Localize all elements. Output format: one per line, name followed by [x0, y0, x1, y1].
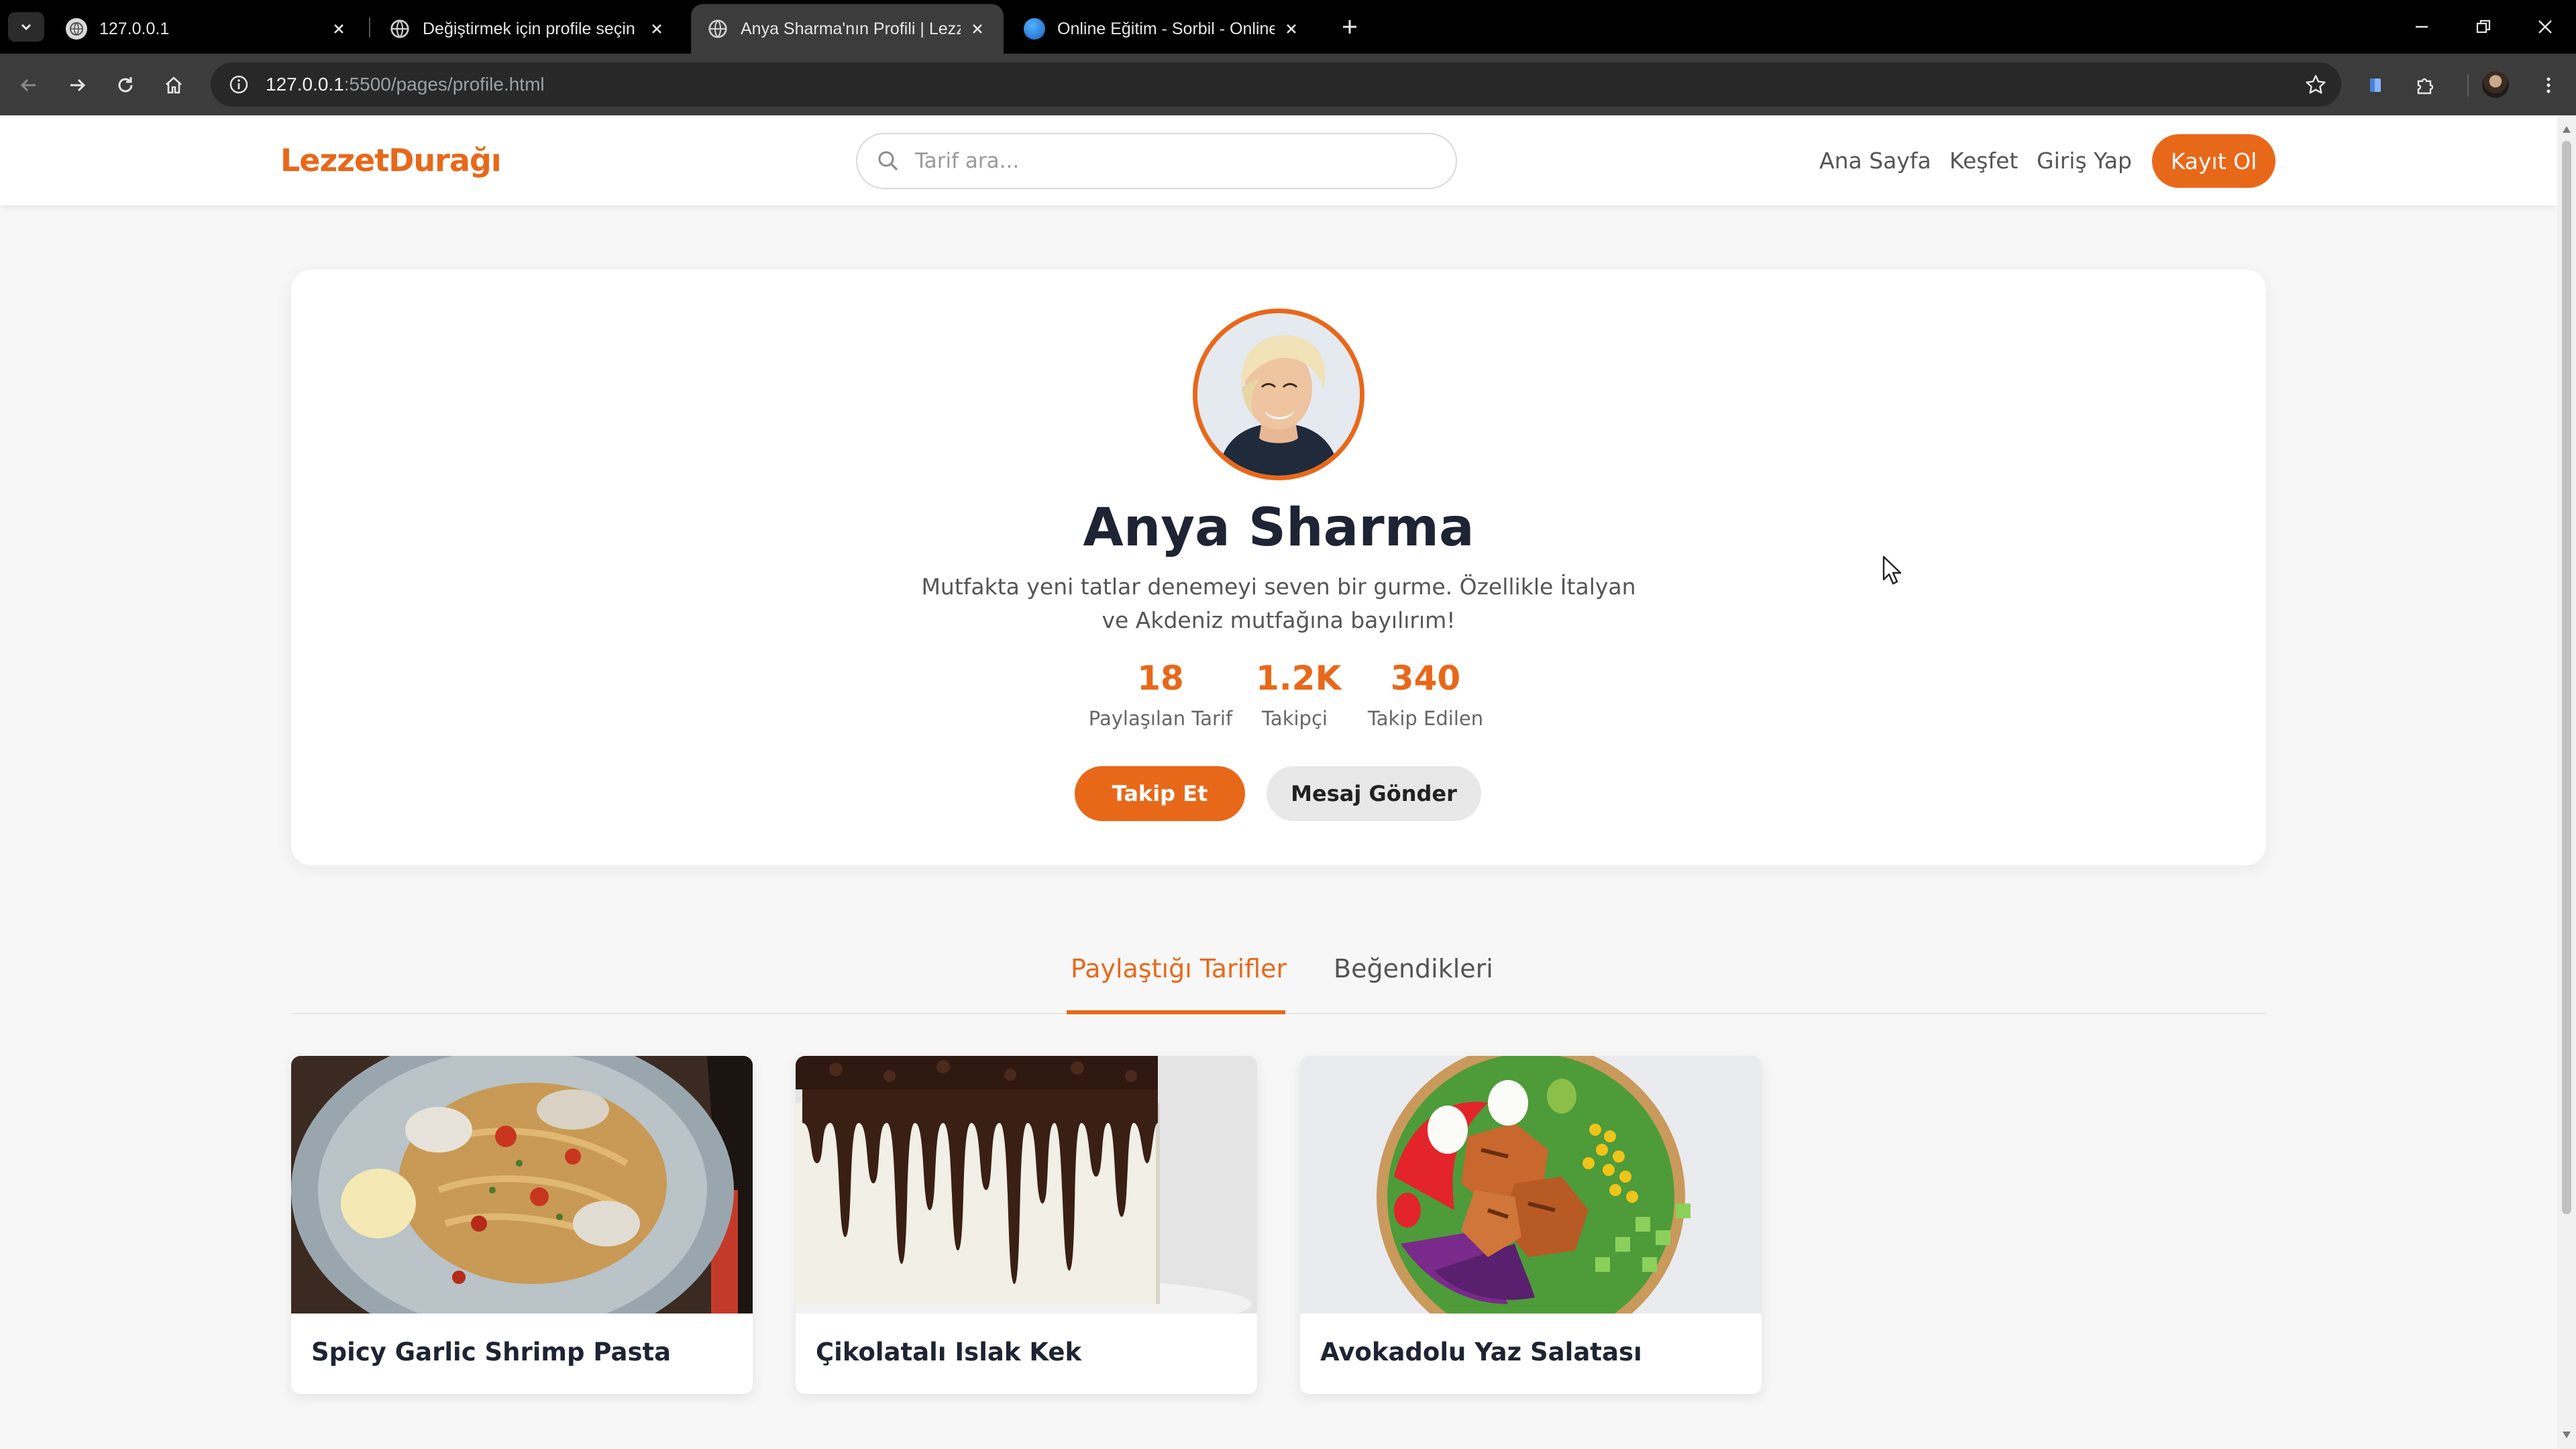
minimize-icon [2416, 25, 2428, 28]
browser-tab-4[interactable]: Online Eğitim - Sorbil - Online E [1008, 4, 1318, 54]
sorbil-favicon-icon [1024, 18, 1045, 40]
page-scrollbar[interactable] [2557, 115, 2576, 1449]
back-button[interactable] [13, 70, 44, 101]
tab-title: 127.0.0.1 [99, 19, 170, 38]
tab-title: Değiştirmek için profile seçin | L [423, 19, 640, 38]
close-window-button[interactable] [2514, 0, 2576, 54]
send-message-button[interactable]: Mesaj Gönder [1267, 766, 1481, 821]
mouse-cursor-icon [1882, 555, 1902, 585]
recipe-image-salad [1300, 1056, 1762, 1313]
search-input[interactable] [915, 149, 1425, 173]
recipe-image-pasta [291, 1056, 753, 1313]
stat-recipes: 18 Paylaşılan Tarif [1065, 659, 1256, 730]
extension-button[interactable] [2360, 70, 2391, 101]
address-bar[interactable]: 127.0.0.1:5500/pages/profile.html [211, 62, 2341, 107]
tab-divider [369, 17, 370, 38]
recipe-title: Avokadolu Yaz Salatası [1320, 1338, 1642, 1366]
url-path: :5500/pages/profile.html [343, 74, 545, 95]
nav-login-link[interactable]: Giriş Yap [2037, 148, 2132, 174]
browser-tab-3-active[interactable]: Anya Sharma'nın Profili | Lezzet [691, 4, 1004, 54]
puzzle-icon [2417, 78, 2434, 95]
site-logo[interactable]: LezzetDurağı [280, 142, 502, 178]
extension-page-icon [2370, 78, 2381, 92]
minimize-button[interactable] [2391, 0, 2453, 54]
globe-icon [389, 18, 411, 40]
stat-label: Takip Edilen [1367, 707, 1484, 730]
recipe-title: Spicy Garlic Shrimp Pasta [311, 1338, 672, 1366]
tab-title: Anya Sharma'nın Profili | Lezzet [741, 19, 961, 38]
home-button[interactable] [158, 70, 189, 101]
active-tab-indicator [1067, 1010, 1285, 1014]
reload-button[interactable] [110, 70, 141, 101]
globe-icon [707, 18, 729, 40]
close-icon[interactable] [647, 19, 667, 39]
close-icon[interactable] [329, 19, 349, 39]
browser-toolbar: 127.0.0.1:5500/pages/profile.html [0, 54, 2576, 115]
close-icon[interactable] [1281, 19, 1301, 39]
recipe-card[interactable]: Avokadolu Yaz Salatası [1300, 1056, 1762, 1394]
site-header: LezzetDurağı Ana Sayfa Keşfet Giriş Yap … [0, 115, 2557, 205]
stat-value: 18 [1137, 659, 1184, 698]
forward-button[interactable] [62, 70, 93, 101]
search-icon [875, 148, 902, 174]
page-viewport: LezzetDurağı Ana Sayfa Keşfet Giriş Yap … [0, 115, 2557, 1449]
recipe-title: Çikolatalı Islak Kek [816, 1338, 1082, 1366]
restore-button[interactable] [2453, 0, 2514, 54]
recipe-card[interactable]: Spicy Garlic Shrimp Pasta [291, 1056, 753, 1394]
follow-button[interactable]: Takip Et [1075, 766, 1245, 821]
nav-home-link[interactable]: Ana Sayfa [1819, 148, 1931, 174]
profile-card: Anya Sharma Mutfakta yeni tatlar denemey… [291, 270, 2266, 865]
recipe-card[interactable]: Çikolatalı Islak Kek [796, 1056, 1257, 1394]
plus-icon [1343, 20, 1356, 34]
browser-tab-1[interactable]: 127.0.0.1 [50, 4, 365, 54]
kebab-menu-icon [2546, 77, 2551, 93]
profile-avatar [1193, 309, 1364, 480]
new-tab-button[interactable] [1335, 12, 1364, 42]
stat-label: Paylaşılan Tarif [1088, 707, 1233, 730]
url-host: 127.0.0.1 [266, 74, 344, 95]
reload-icon [118, 77, 133, 93]
chevron-down-icon [21, 23, 32, 31]
site-info-icon[interactable] [225, 71, 252, 98]
browser-profile-avatar[interactable] [2482, 71, 2509, 98]
stat-value: 1.2K [1256, 659, 1342, 698]
nav-explore-link[interactable]: Keşfet [1949, 148, 2018, 174]
stat-followers[interactable]: 1.2K Takipçi [1256, 659, 1342, 730]
extensions-menu-button[interactable] [2410, 70, 2440, 101]
arrow-right-icon [70, 78, 86, 92]
tab-search-button[interactable] [8, 12, 44, 42]
tab-shared-recipes[interactable]: Paylaştığı Tarifler [1071, 954, 1287, 983]
browser-tab-2[interactable]: Değiştirmek için profile seçin | L [373, 4, 683, 54]
profile-bio: Mutfakta yeni tatlar denemeyi seven bir … [921, 574, 1636, 633]
profile-name: Anya Sharma [1083, 498, 1474, 558]
toolbar-divider [2467, 74, 2469, 97]
scrollbar-thumb[interactable] [2562, 141, 2571, 1214]
stat-following[interactable]: 340 Takip Edilen [1364, 659, 1487, 730]
browser-tab-bar: 127.0.0.1 Değiştirmek için profile seçin… [0, 0, 2576, 54]
bookmark-star-icon[interactable] [2302, 71, 2329, 98]
restore-icon [2476, 19, 2491, 34]
close-icon[interactable] [967, 19, 987, 39]
recipe-image-cake [796, 1056, 1257, 1313]
browser-menu-button[interactable] [2533, 70, 2564, 101]
tab-title: Online Eğitim - Sorbil - Online E [1057, 19, 1275, 38]
register-button[interactable]: Kayıt Ol [2152, 134, 2275, 188]
close-icon [2538, 20, 2552, 34]
scroll-down-arrow-icon[interactable] [2563, 1432, 2571, 1438]
stat-label: Takipçi [1262, 707, 1328, 730]
tab-liked[interactable]: Beğendikleri [1334, 954, 1493, 983]
scroll-up-arrow-icon[interactable] [2563, 126, 2571, 133]
recipe-search-box[interactable] [856, 133, 1457, 189]
globe-icon [66, 18, 87, 40]
arrow-left-icon [20, 78, 36, 92]
home-icon [166, 76, 182, 94]
stat-value: 340 [1390, 659, 1461, 698]
